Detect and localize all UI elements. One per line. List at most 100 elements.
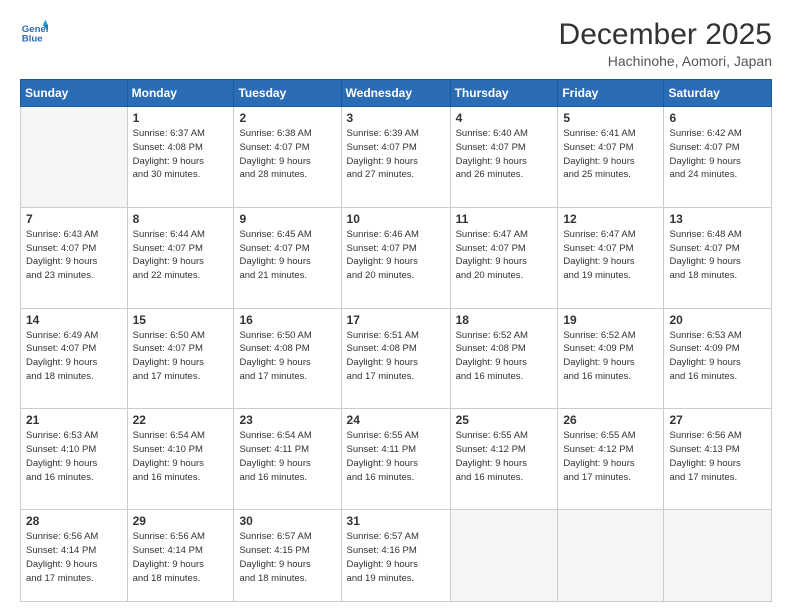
day-info: Sunrise: 6:57 AM Sunset: 4:16 PM Dayligh… bbox=[347, 530, 445, 585]
day-info: Sunrise: 6:53 AM Sunset: 4:10 PM Dayligh… bbox=[26, 429, 122, 484]
day-number: 22 bbox=[133, 413, 229, 427]
day-number: 16 bbox=[239, 313, 335, 327]
calendar-cell: 30 Sunrise: 6:57 AM Sunset: 4:15 PM Dayli… bbox=[234, 510, 341, 602]
calendar-cell: 31 Sunrise: 6:57 AM Sunset: 4:16 PM Dayli… bbox=[341, 510, 450, 602]
day-number: 11 bbox=[456, 212, 553, 226]
day-number: 29 bbox=[133, 514, 229, 528]
day-number: 15 bbox=[133, 313, 229, 327]
calendar-cell: 4 Sunrise: 6:40 AM Sunset: 4:07 PM Daylig… bbox=[450, 107, 558, 208]
calendar-cell: 14Sunrise: 6:49 AM Sunset: 4:07 PM Dayli… bbox=[21, 308, 128, 409]
day-info: Sunrise: 6:56 AM Sunset: 4:14 PM Dayligh… bbox=[26, 530, 122, 585]
calendar-cell: 28 Sunrise: 6:56 AM Sunset: 4:14 PM Dayli… bbox=[21, 510, 128, 602]
day-number: 5 bbox=[563, 111, 658, 125]
day-info: Sunrise: 6:55 AM Sunset: 4:12 PM Dayligh… bbox=[456, 429, 553, 484]
weekday-header: Friday bbox=[558, 80, 664, 107]
day-info: Sunrise: 6:52 AM Sunset: 4:09 PM Dayligh… bbox=[563, 329, 658, 384]
calendar-cell: 17 Sunrise: 6:51 AM Sunset: 4:08 PM Dayli… bbox=[341, 308, 450, 409]
day-number: 7 bbox=[26, 212, 122, 226]
weekday-header: Tuesday bbox=[234, 80, 341, 107]
calendar-cell bbox=[450, 510, 558, 602]
day-info: Sunrise: 6:55 AM Sunset: 4:11 PM Dayligh… bbox=[347, 429, 445, 484]
day-number: 30 bbox=[239, 514, 335, 528]
day-number: 13 bbox=[669, 212, 766, 226]
calendar-cell: 24Sunrise: 6:55 AM Sunset: 4:11 PM Dayli… bbox=[341, 409, 450, 510]
day-number: 31 bbox=[347, 514, 445, 528]
weekday-header: Wednesday bbox=[341, 80, 450, 107]
day-info: Sunrise: 6:55 AM Sunset: 4:12 PM Dayligh… bbox=[563, 429, 658, 484]
day-info: Sunrise: 6:52 AM Sunset: 4:08 PM Dayligh… bbox=[456, 329, 553, 384]
day-number: 17 bbox=[347, 313, 445, 327]
calendar-cell: 7Sunrise: 6:43 AM Sunset: 4:07 PM Daylig… bbox=[21, 207, 128, 308]
calendar-week-row: 14Sunrise: 6:49 AM Sunset: 4:07 PM Dayli… bbox=[21, 308, 772, 409]
day-info: Sunrise: 6:48 AM Sunset: 4:07 PM Dayligh… bbox=[669, 228, 766, 283]
calendar-cell: 5 Sunrise: 6:41 AM Sunset: 4:07 PM Daylig… bbox=[558, 107, 664, 208]
calendar-cell: 13 Sunrise: 6:48 AM Sunset: 4:07 PM Dayli… bbox=[664, 207, 772, 308]
day-number: 1 bbox=[133, 111, 229, 125]
day-number: 9 bbox=[239, 212, 335, 226]
day-info: Sunrise: 6:40 AM Sunset: 4:07 PM Dayligh… bbox=[456, 127, 553, 182]
calendar-cell: 6 Sunrise: 6:42 AM Sunset: 4:07 PM Daylig… bbox=[664, 107, 772, 208]
weekday-header: Sunday bbox=[21, 80, 128, 107]
day-number: 8 bbox=[133, 212, 229, 226]
day-info: Sunrise: 6:54 AM Sunset: 4:11 PM Dayligh… bbox=[239, 429, 335, 484]
day-number: 2 bbox=[239, 111, 335, 125]
day-info: Sunrise: 6:56 AM Sunset: 4:13 PM Dayligh… bbox=[669, 429, 766, 484]
day-number: 12 bbox=[563, 212, 658, 226]
calendar-cell: 8 Sunrise: 6:44 AM Sunset: 4:07 PM Daylig… bbox=[127, 207, 234, 308]
day-info: Sunrise: 6:51 AM Sunset: 4:08 PM Dayligh… bbox=[347, 329, 445, 384]
day-info: Sunrise: 6:57 AM Sunset: 4:15 PM Dayligh… bbox=[239, 530, 335, 585]
day-info: Sunrise: 6:41 AM Sunset: 4:07 PM Dayligh… bbox=[563, 127, 658, 182]
calendar-week-row: 1 Sunrise: 6:37 AM Sunset: 4:08 PM Daylig… bbox=[21, 107, 772, 208]
month-title: December 2025 bbox=[559, 18, 772, 51]
calendar-cell: 18 Sunrise: 6:52 AM Sunset: 4:08 PM Dayli… bbox=[450, 308, 558, 409]
weekday-header: Monday bbox=[127, 80, 234, 107]
calendar-cell: 19 Sunrise: 6:52 AM Sunset: 4:09 PM Dayli… bbox=[558, 308, 664, 409]
day-number: 6 bbox=[669, 111, 766, 125]
calendar-cell: 2Sunrise: 6:38 AM Sunset: 4:07 PM Daylig… bbox=[234, 107, 341, 208]
calendar-cell bbox=[558, 510, 664, 602]
day-number: 28 bbox=[26, 514, 122, 528]
location: Hachinohe, Aomori, Japan bbox=[559, 53, 772, 69]
day-info: Sunrise: 6:45 AM Sunset: 4:07 PM Dayligh… bbox=[239, 228, 335, 283]
weekday-header: Saturday bbox=[664, 80, 772, 107]
calendar-cell: 3 Sunrise: 6:39 AM Sunset: 4:07 PM Daylig… bbox=[341, 107, 450, 208]
calendar-page: General Blue December 2025 Hachinohe, Ao… bbox=[0, 0, 792, 612]
day-info: Sunrise: 6:46 AM Sunset: 4:07 PM Dayligh… bbox=[347, 228, 445, 283]
day-number: 23 bbox=[239, 413, 335, 427]
calendar-cell: 26 Sunrise: 6:55 AM Sunset: 4:12 PM Dayli… bbox=[558, 409, 664, 510]
day-info: Sunrise: 6:39 AM Sunset: 4:07 PM Dayligh… bbox=[347, 127, 445, 182]
day-info: Sunrise: 6:42 AM Sunset: 4:07 PM Dayligh… bbox=[669, 127, 766, 182]
calendar-cell: 16 Sunrise: 6:50 AM Sunset: 4:08 PM Dayli… bbox=[234, 308, 341, 409]
calendar-cell: 1 Sunrise: 6:37 AM Sunset: 4:08 PM Daylig… bbox=[127, 107, 234, 208]
day-number: 3 bbox=[347, 111, 445, 125]
day-info: Sunrise: 6:56 AM Sunset: 4:14 PM Dayligh… bbox=[133, 530, 229, 585]
day-number: 18 bbox=[456, 313, 553, 327]
day-info: Sunrise: 6:37 AM Sunset: 4:08 PM Dayligh… bbox=[133, 127, 229, 182]
calendar-cell: 25 Sunrise: 6:55 AM Sunset: 4:12 PM Dayli… bbox=[450, 409, 558, 510]
day-number: 25 bbox=[456, 413, 553, 427]
day-number: 26 bbox=[563, 413, 658, 427]
day-info: Sunrise: 6:44 AM Sunset: 4:07 PM Dayligh… bbox=[133, 228, 229, 283]
day-number: 4 bbox=[456, 111, 553, 125]
day-info: Sunrise: 6:50 AM Sunset: 4:08 PM Dayligh… bbox=[239, 329, 335, 384]
header-row: SundayMondayTuesdayWednesdayThursdayFrid… bbox=[21, 80, 772, 107]
day-number: 21 bbox=[26, 413, 122, 427]
calendar-table: SundayMondayTuesdayWednesdayThursdayFrid… bbox=[20, 79, 772, 602]
calendar-cell: 20Sunrise: 6:53 AM Sunset: 4:09 PM Dayli… bbox=[664, 308, 772, 409]
day-number: 19 bbox=[563, 313, 658, 327]
calendar-cell bbox=[21, 107, 128, 208]
calendar-week-row: 21 Sunrise: 6:53 AM Sunset: 4:10 PM Dayli… bbox=[21, 409, 772, 510]
logo-icon: General Blue bbox=[20, 18, 48, 46]
calendar-cell bbox=[664, 510, 772, 602]
day-info: Sunrise: 6:49 AM Sunset: 4:07 PM Dayligh… bbox=[26, 329, 122, 384]
day-number: 20 bbox=[669, 313, 766, 327]
title-block: December 2025 Hachinohe, Aomori, Japan bbox=[559, 18, 772, 69]
calendar-cell: 27Sunrise: 6:56 AM Sunset: 4:13 PM Dayli… bbox=[664, 409, 772, 510]
calendar-week-row: 28 Sunrise: 6:56 AM Sunset: 4:14 PM Dayli… bbox=[21, 510, 772, 602]
header: General Blue December 2025 Hachinohe, Ao… bbox=[20, 18, 772, 69]
logo: General Blue bbox=[20, 18, 48, 46]
calendar-cell: 21 Sunrise: 6:53 AM Sunset: 4:10 PM Dayli… bbox=[21, 409, 128, 510]
calendar-week-row: 7Sunrise: 6:43 AM Sunset: 4:07 PM Daylig… bbox=[21, 207, 772, 308]
day-info: Sunrise: 6:54 AM Sunset: 4:10 PM Dayligh… bbox=[133, 429, 229, 484]
svg-text:Blue: Blue bbox=[22, 34, 43, 45]
